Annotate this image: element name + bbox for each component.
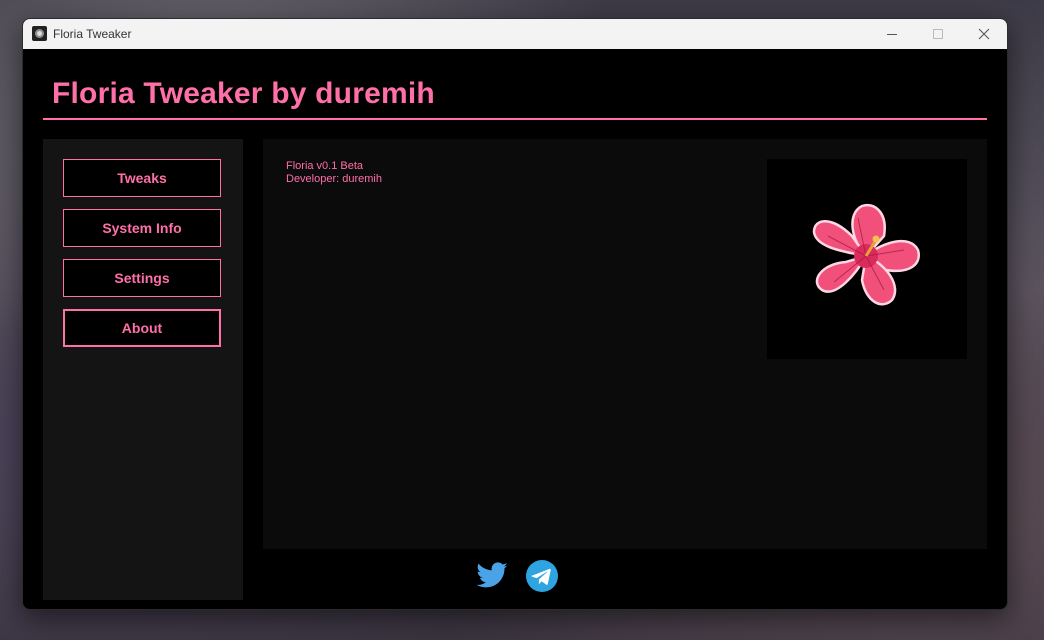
sidebar: Tweaks System Info Settings About [43,139,243,600]
close-icon [978,28,990,40]
window-title: Floria Tweaker [53,27,132,41]
about-button[interactable]: About [63,309,221,347]
system-info-button[interactable]: System Info [63,209,221,247]
app-window: Floria Tweaker Floria Tweaker by duremih… [22,18,1008,610]
developer-text: Developer: duremih [286,173,382,185]
close-button[interactable] [961,19,1007,49]
hibiscus-flower-icon [812,203,920,306]
version-text: Floria v0.1 Beta [286,160,364,172]
about-panel: Floria v0.1 Beta Developer: duremih [263,139,987,549]
minimize-button[interactable] [869,19,915,49]
telegram-button[interactable] [525,559,559,593]
maximize-button[interactable] [915,19,961,49]
minimize-icon [887,34,897,35]
tweaks-button[interactable]: Tweaks [63,159,221,197]
maximize-icon [933,29,943,39]
settings-button[interactable]: Settings [63,259,221,297]
app-icon [32,26,47,41]
telegram-icon [526,560,558,592]
flower-image [767,159,967,359]
page-title: Floria Tweaker by duremih [52,77,435,110]
twitter-icon [476,562,508,588]
header-divider [43,118,987,120]
twitter-button[interactable] [475,559,509,593]
title-bar[interactable]: Floria Tweaker [23,19,1007,49]
